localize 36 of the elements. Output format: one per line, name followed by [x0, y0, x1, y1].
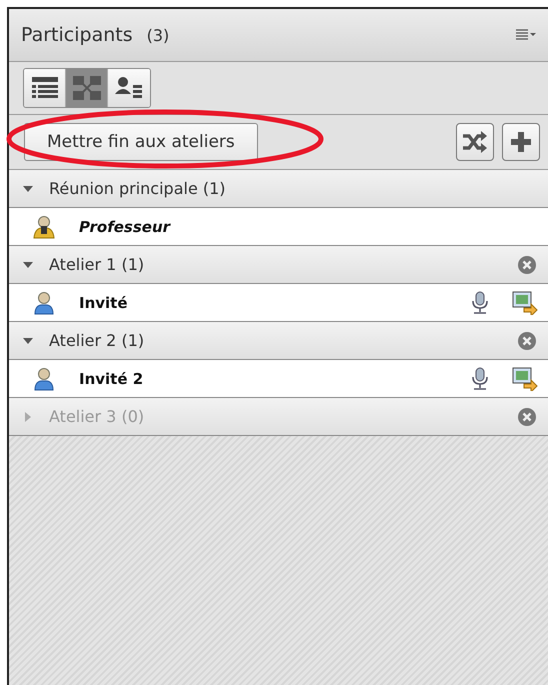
view-button[interactable] — [108, 69, 150, 107]
shuffle-icon — [462, 131, 488, 153]
breakout-icon — [72, 76, 100, 100]
menu-icon[interactable] — [516, 29, 536, 41]
microphone-icon[interactable] — [470, 366, 490, 390]
microphone-icon[interactable] — [470, 290, 490, 314]
screen-share-icon[interactable] — [512, 366, 538, 390]
guest-icon — [33, 366, 55, 390]
collapse-icon[interactable] — [23, 260, 33, 270]
group-header[interactable]: Réunion principale (1) — [9, 170, 548, 208]
view-button[interactable] — [24, 69, 66, 107]
host-icon — [33, 214, 55, 238]
group-header[interactable]: Atelier 1 (1) — [9, 246, 548, 284]
attendee-list-icon — [115, 76, 143, 100]
list-icon — [30, 76, 58, 100]
close-icon[interactable] — [518, 256, 536, 274]
participant-name: Invité — [79, 294, 128, 312]
group-title: Atelier 2 (1) — [49, 331, 144, 350]
screen-share-icon[interactable] — [512, 290, 538, 314]
group-title: Réunion principale (1) — [49, 179, 226, 198]
collapse-icon[interactable] — [23, 184, 33, 194]
participant-name: Professeur — [79, 218, 170, 236]
view-toggle[interactable] — [23, 68, 151, 108]
end-breakouts-button[interactable]: Mettre fin aux ateliers — [24, 123, 258, 161]
close-icon[interactable] — [518, 332, 536, 350]
plus-icon — [510, 131, 532, 153]
add-button[interactable] — [502, 123, 540, 161]
shuffle-button[interactable] — [456, 123, 494, 161]
participant-name: Invité 2 — [79, 370, 144, 388]
group-header[interactable]: Atelier 2 (1) — [9, 322, 548, 360]
group-title: Atelier 1 (1) — [49, 255, 144, 274]
group-title: Atelier 3 (0) — [49, 407, 144, 426]
panel-title: Participants — [21, 24, 133, 46]
participant-count: (3) — [146, 26, 170, 44]
collapse-icon[interactable] — [23, 336, 33, 346]
guest-icon — [33, 290, 55, 314]
